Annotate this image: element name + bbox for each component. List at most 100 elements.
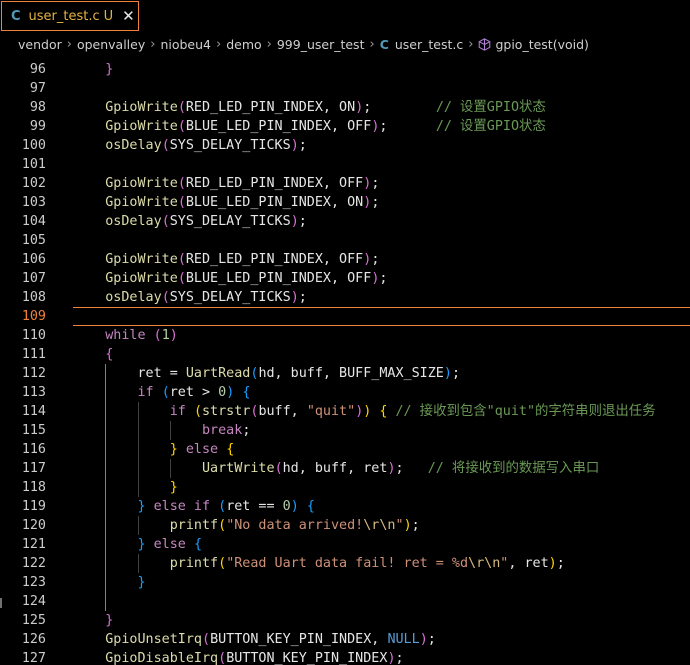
code-token: printf — [169, 556, 219, 571]
close-icon[interactable]: ✕ — [122, 7, 135, 25]
breadcrumb-segment-file[interactable]: user_test.c — [395, 37, 463, 52]
code-token: SYS_DELAY_TICKS — [169, 138, 291, 153]
line-number: 97 — [29, 81, 46, 96]
code-token: ; — [298, 290, 307, 305]
code-line[interactable]: 106 GpioWrite(RED_LED_PIN_INDEX, OFF); — [0, 250, 690, 269]
code-text: break; — [73, 421, 250, 440]
code-text: { — [73, 345, 113, 364]
chevron-right-icon: › — [150, 36, 156, 52]
code-token: GpioUnsetIrq — [105, 632, 202, 647]
code-line[interactable]: 110 while (1) — [0, 326, 690, 345]
code-line[interactable]: 107 GpioWrite(BLUE_LED_PIN_INDEX, OFF); — [0, 269, 690, 288]
code-line[interactable]: 116 } else { — [0, 440, 690, 459]
code-token: ret = — [137, 366, 186, 381]
tab-user-test-c[interactable]: C user_test.c U ✕ — [1, 1, 139, 31]
code-line[interactable]: 123 } — [0, 573, 690, 592]
code-token: ; — [298, 138, 307, 153]
indent-guide — [105, 364, 106, 611]
code-token: osDelay — [105, 214, 162, 229]
code-text: osDelay(SYS_DELAY_TICKS); — [73, 212, 307, 231]
line-number: 96 — [29, 62, 46, 77]
line-number: 99 — [29, 119, 46, 134]
code-line[interactable]: 114 if (strstr(buff, "quit")) { // 接收到包含… — [0, 402, 690, 421]
breadcrumb-segment-openvalley[interactable]: openvalley — [77, 37, 145, 52]
breadcrumb-symbol[interactable]: gpio_test(void) — [495, 37, 588, 52]
code-token: GpioWrite — [105, 119, 178, 134]
code-line[interactable]: 113 if (ret > 0) { — [0, 383, 690, 402]
code-token: ; — [371, 176, 380, 191]
code-line[interactable]: 96 } — [0, 60, 690, 79]
code-text: osDelay(SYS_DELAY_TICKS); — [73, 288, 307, 307]
code-line[interactable]: 111 { — [0, 345, 690, 364]
code-line[interactable]: 100 osDelay(SYS_DELAY_TICKS); — [0, 136, 690, 155]
code-text: GpioWrite(BLUE_LED_PIN_INDEX, OFF); // 设… — [73, 117, 546, 136]
code-token: UartWrite — [202, 461, 275, 476]
code-line[interactable]: 117 UartWrite(hd, buff, ret); // 将接收到的数据… — [0, 459, 690, 478]
code-token: 0 — [218, 385, 227, 400]
code-token: ( — [161, 385, 170, 400]
code-line[interactable]: 122 printf("Read Uart data fail! ret = %… — [0, 554, 690, 573]
line-number: 101 — [21, 157, 46, 172]
breadcrumb-segment-vendor[interactable]: vendor — [18, 37, 62, 52]
code-line[interactable]: 126 GpioUnsetIrq(BUTTON_KEY_PIN_INDEX, N… — [0, 630, 690, 649]
code-text: printf("No data arrived!\r\n"); — [73, 516, 420, 535]
code-token: osDelay — [105, 290, 162, 305]
code-token: ) — [290, 214, 299, 229]
code-editor[interactable]: 96 } 97 98 GpioWrite(RED_LED_PIN_INDEX, ON… — [0, 55, 690, 665]
code-token: ( — [177, 176, 186, 191]
code-line[interactable]: 101 — [0, 155, 690, 174]
code-line[interactable]: 119 } else if (ret == 0) { — [0, 497, 690, 516]
breadcrumb-segment-999-user-test[interactable]: 999_user_test — [277, 37, 365, 52]
chevron-right-icon: › — [468, 36, 474, 52]
code-token: { — [306, 499, 315, 514]
code-token: ; — [451, 366, 460, 381]
code-line[interactable]: 102 GpioWrite(RED_LED_PIN_INDEX, OFF); — [0, 174, 690, 193]
c-file-icon: C — [379, 36, 389, 52]
code-token: "Read Uart data fail! ret = %d — [226, 556, 469, 571]
code-line[interactable]: 118 } — [0, 478, 690, 497]
code-line[interactable]: 105 — [0, 231, 690, 250]
code-line[interactable]: 98 GpioWrite(RED_LED_PIN_INDEX, ON); // … — [0, 98, 690, 117]
line-number: 104 — [21, 214, 46, 229]
code-line[interactable]: 108 osDelay(SYS_DELAY_TICKS); — [0, 288, 690, 307]
code-line[interactable]: 115 break; — [0, 421, 690, 440]
code-token: ; — [427, 632, 436, 647]
code-token: 0 — [282, 499, 291, 514]
code-token: ; — [379, 119, 436, 134]
tab-git-status: U — [103, 8, 114, 24]
code-text: } — [73, 611, 113, 630]
code-line[interactable]: 120 printf("No data arrived!\r\n"); — [0, 516, 690, 535]
code-line[interactable]: 112 ret = UartRead(hd, buff, BUFF_MAX_SI… — [0, 364, 690, 383]
line-number: 125 — [21, 613, 46, 628]
line-number: 105 — [21, 233, 46, 248]
code-token: " — [395, 518, 404, 533]
code-line[interactable]: 97 — [0, 79, 690, 98]
code-line[interactable]: 99 GpioWrite(BLUE_LED_PIN_INDEX, OFF); /… — [0, 117, 690, 136]
breadcrumb-segment-niobeu4[interactable]: niobeu4 — [160, 37, 211, 52]
code-line[interactable]: 121 } else { — [0, 535, 690, 554]
code-text: while (1) — [73, 326, 178, 345]
code-line[interactable]: 103 GpioWrite(BLUE_LED_PIN_INDEX, ON); — [0, 193, 690, 212]
code-line[interactable]: 127 GpioDisableIrq(BUTTON_KEY_PIN_INDEX)… — [0, 649, 690, 665]
code-line[interactable]: 124 — [0, 592, 690, 611]
code-token: BLUE_LED_PIN_INDEX, ON — [185, 195, 364, 210]
code-line[interactable]: 104 osDelay(SYS_DELAY_TICKS); — [0, 212, 690, 231]
code-token: ; — [363, 100, 436, 115]
code-token: // 设置GPIO状态 — [435, 119, 546, 134]
code-token: GpioWrite — [105, 195, 178, 210]
code-token: ( — [177, 100, 186, 115]
method-cube-icon — [479, 37, 491, 51]
breadcrumb-segment-demo[interactable]: demo — [226, 37, 261, 52]
code-token: } — [137, 537, 146, 552]
code-token: ; — [371, 252, 380, 267]
code-line[interactable]: 109 — [0, 307, 690, 326]
code-line[interactable]: 125 } — [0, 611, 690, 630]
